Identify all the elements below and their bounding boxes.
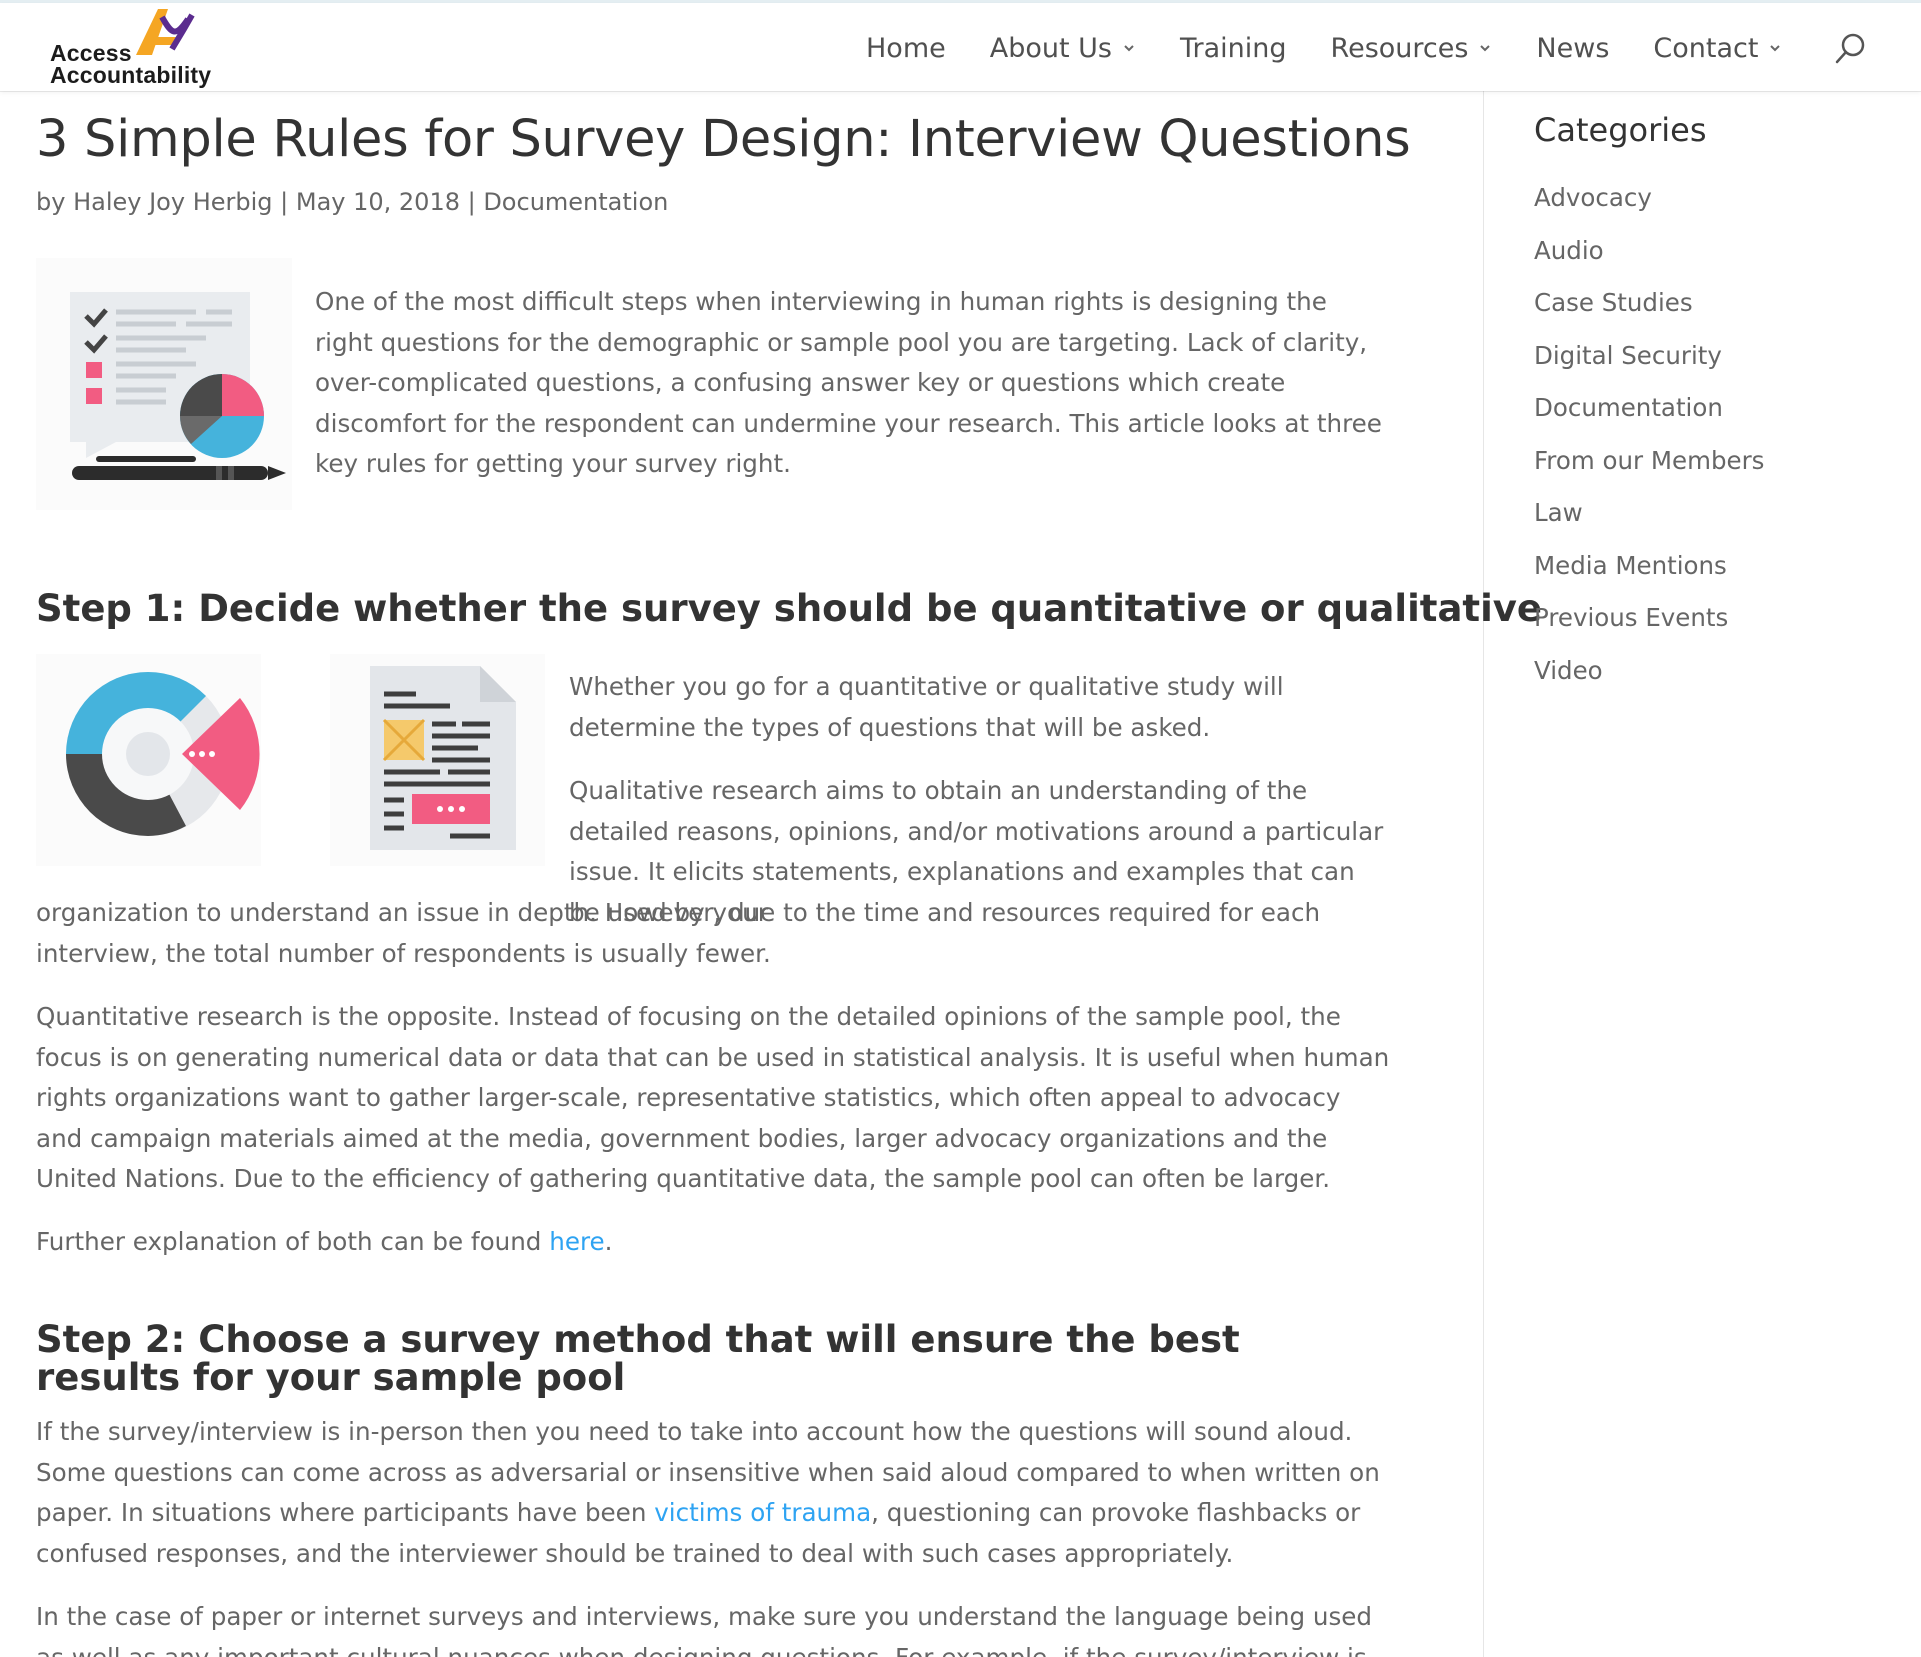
category-from-our-members[interactable]: From our Members — [1534, 435, 1894, 488]
post-meta: by Haley Joy Herbig | May 10, 2018 | Doc… — [36, 188, 668, 216]
ring-chart-icon — [66, 672, 260, 836]
survey-checklist-icon — [70, 292, 286, 480]
category-previous-events[interactable]: Previous Events — [1534, 592, 1894, 645]
nav-training-label: Training — [1179, 32, 1287, 64]
categories-title: Categories — [1534, 111, 1707, 149]
step1-paragraph-1: Whether you go for a quantitative or qua… — [569, 672, 1284, 742]
nav-contact[interactable]: Contact — [1653, 33, 1782, 64]
nav-news[interactable]: News — [1536, 33, 1609, 64]
main-nav: Home About Us Training Resources News Co… — [866, 33, 1826, 64]
category-law[interactable]: Law — [1534, 487, 1894, 540]
sidebar-divider — [1483, 91, 1484, 1657]
chevron-down-icon — [1770, 45, 1781, 52]
nav-home-label: Home — [866, 32, 946, 64]
nav-about-us-label: About Us — [989, 32, 1112, 64]
ring-chart-illustration — [36, 654, 261, 866]
author-link[interactable]: Haley Joy Herbig — [73, 188, 272, 216]
nav-about-us[interactable]: About Us — [990, 33, 1136, 64]
step2-heading: Step 2: Choose a survey method that will… — [36, 1318, 1240, 1399]
logo-mark-icon — [136, 9, 195, 55]
post-date: May 10, 2018 — [295, 188, 460, 216]
nav-resources-label: Resources — [1330, 32, 1469, 64]
category-link[interactable]: Documentation — [483, 188, 668, 216]
step1-paragraph-2-rest: organization to understand an issue in d… — [36, 898, 1321, 968]
further-text: Further explanation of both can be found — [36, 1227, 550, 1256]
post-title: 3 Simple Rules for Survey Design: Interv… — [36, 110, 1411, 169]
category-advocacy[interactable]: Advocacy — [1534, 172, 1894, 225]
category-digital-security[interactable]: Digital Security — [1534, 330, 1894, 383]
chevron-down-icon — [1124, 45, 1134, 52]
period: . — [604, 1227, 613, 1256]
category-documentation[interactable]: Documentation — [1534, 382, 1894, 435]
category-audio[interactable]: Audio — [1534, 225, 1894, 278]
step1-heading: Step 1: Decide whether the survey should… — [36, 587, 1542, 630]
step2-paragraph-1: If the survey/interview is in-person the… — [36, 1412, 1391, 1574]
nav-resources[interactable]: Resources — [1331, 33, 1493, 64]
category-case-studies[interactable]: Case Studies — [1534, 277, 1894, 330]
document-icon — [370, 666, 516, 850]
nav-home[interactable]: Home — [866, 33, 946, 64]
meta-by: by — [36, 188, 66, 216]
nav-contact-label: Contact — [1653, 32, 1759, 64]
category-media-mentions[interactable]: Media Mentions — [1534, 540, 1894, 593]
site-logo[interactable]: Access Accountability — [50, 7, 230, 91]
step1-paragraph-3: Quantitative research is the opposite. I… — [36, 1002, 1390, 1193]
intro-paragraph: One of the most difficult steps when int… — [315, 287, 1382, 478]
step1-paragraph-4: Further explanation of both can be found… — [36, 1222, 1391, 1263]
categories-sidebar: Categories Advocacy Audio Case Studies D… — [1534, 110, 1894, 697]
meta-separator: | — [459, 188, 484, 216]
nav-training[interactable]: Training — [1180, 33, 1287, 64]
nav-news-label: News — [1536, 32, 1610, 64]
meta-separator: | — [272, 188, 296, 216]
here-link[interactable]: here — [549, 1227, 604, 1256]
chevron-down-icon — [1480, 45, 1491, 52]
category-video[interactable]: Video — [1534, 645, 1894, 698]
site-header: Access Accountability Home About Us Trai… — [0, 3, 1921, 91]
victims-of-trauma-link[interactable]: victims of trauma — [654, 1498, 871, 1527]
step2-paragraph-2: In the case of paper or internet surveys… — [36, 1602, 1373, 1657]
logo-text-line2: Accountability — [50, 62, 212, 88]
survey-illustration — [36, 258, 292, 510]
document-illustration — [330, 654, 545, 866]
search-icon[interactable] — [1832, 31, 1868, 67]
